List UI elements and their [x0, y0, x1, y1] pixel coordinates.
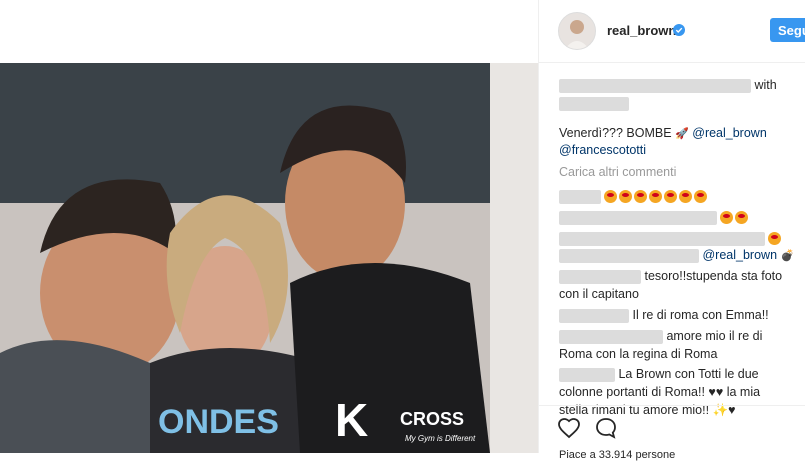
shirt-text-left: ONDES: [158, 403, 279, 441]
comment-item: amore mio il re di: [559, 327, 762, 345]
blurred-username: [559, 231, 765, 246]
mention-francescototti[interactable]: @francescototti: [559, 143, 646, 157]
heart-eyes-icon: [720, 211, 734, 225]
comment-item: [559, 229, 783, 247]
heart-eyes-icon: [735, 211, 749, 225]
blurred-username: [559, 329, 663, 344]
load-more-comments[interactable]: Carica altri commenti: [559, 165, 676, 179]
blurred-username: [559, 78, 751, 93]
heart-eyes-cat-icon: [679, 190, 693, 204]
heart-icon[interactable]: [557, 416, 581, 440]
blurred-tag: [559, 96, 629, 111]
comment-text: Roma con la regina di Roma: [559, 347, 718, 361]
blurred-username: [559, 248, 699, 263]
comment-item: La Brown con Totti le due: [559, 365, 759, 383]
black-heart-icon: ♥♥: [708, 385, 724, 399]
comment-item: @real_brown 💣: [559, 246, 794, 265]
comment-item: [559, 208, 750, 226]
comment-text: tesoro!!stupenda sta foto: [644, 269, 783, 283]
heart-eyes-cat-icon: [604, 190, 618, 204]
mention-real-brown[interactable]: @real_brown: [692, 126, 767, 140]
username-link[interactable]: real_brown: [607, 23, 676, 38]
likes-count[interactable]: Piace a 33.914 persone: [559, 449, 675, 461]
follow-button[interactable]: Segui: [770, 18, 805, 42]
comment-item: Il re di roma con Emma!!: [559, 306, 769, 324]
heart-eyes-cat-icon: [649, 190, 663, 204]
comment-mention[interactable]: @real_brown: [702, 248, 777, 262]
bomb-icon: 💣: [780, 250, 795, 262]
heart-eyes-cat-icon: [694, 190, 708, 204]
blurred-username: [559, 189, 601, 204]
blurred-username: [559, 367, 615, 382]
post-photo[interactable]: ONDES K CROSS My Gym is Different: [0, 63, 538, 453]
blurred-username: [559, 308, 629, 323]
comment-item: [559, 187, 709, 205]
caption-with: with: [754, 78, 777, 92]
post-header: real_brown Segui: [539, 0, 805, 63]
heart-eyes-cat-icon: [664, 190, 678, 204]
panel-divider: [538, 0, 539, 453]
blurred-username: [559, 269, 641, 284]
comment-text: colonne portanti di Roma!!: [559, 385, 705, 399]
comment-text: La Brown con Totti le due: [618, 367, 759, 381]
rocket-icon: 🚀: [675, 128, 689, 140]
svg-text:K: K: [335, 394, 368, 446]
caption-text: Venerdì??? BOMBE: [559, 126, 672, 140]
shirt-brand: CROSS: [400, 409, 464, 429]
comment-icon[interactable]: [594, 416, 618, 440]
heart-eyes-cat-icon: [634, 190, 648, 204]
verified-badge-icon: [673, 24, 685, 36]
shirt-tagline: My Gym is Different: [405, 434, 476, 443]
comment-text: con il capitano: [559, 287, 639, 301]
comment-text: la mia: [726, 385, 761, 399]
avatar[interactable]: [558, 12, 596, 50]
post-actions: Piace a 33.914 persone: [539, 405, 805, 461]
heart-eyes-cat-icon: [619, 190, 633, 204]
blurred-username: [559, 210, 717, 225]
comment-text: amore mio il re di: [666, 329, 763, 343]
comment-text: Il re di roma con Emma!!: [632, 308, 769, 322]
heart-eyes-icon: [768, 232, 782, 246]
comment-item: tesoro!!stupenda sta foto: [559, 267, 782, 285]
